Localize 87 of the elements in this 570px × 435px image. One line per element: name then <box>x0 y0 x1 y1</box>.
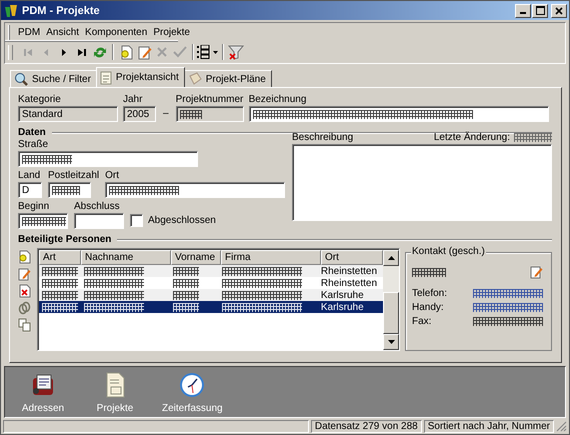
maximize-button[interactable] <box>532 4 548 18</box>
copy-icon[interactable] <box>18 318 31 332</box>
launcher-button[interactable]: Zeiterfassung <box>162 370 223 414</box>
last-change-label: Letzte Änderung: <box>434 132 510 143</box>
column-header[interactable]: Firma <box>221 250 321 265</box>
table-row[interactable]: Rheinstetten <box>39 265 383 277</box>
maximize-icon <box>536 6 544 15</box>
field-label: Beginn <box>18 201 50 212</box>
field-label: Jahr <box>123 94 144 105</box>
field-label: Land <box>18 170 42 181</box>
text-field[interactable]: D <box>18 182 42 198</box>
column-header[interactable]: Art <box>39 250 81 265</box>
text-field[interactable]: Standard <box>18 106 118 122</box>
status-text: Datensatz 279 von 288 <box>310 420 422 432</box>
tab[interactable]: Projekt-Pläne <box>184 70 272 87</box>
group-title: Kontakt (gesch.) <box>411 246 486 257</box>
column-header[interactable]: Ort <box>321 250 383 265</box>
field-label: Abschluss <box>74 201 121 212</box>
text-field[interactable] <box>74 213 124 229</box>
launcher-button[interactable]: Projekte <box>90 370 140 414</box>
field-label: Beschreibung <box>292 132 354 143</box>
table-cell: Karlsruhe <box>320 290 364 300</box>
app-logo-icon <box>4 4 18 18</box>
separator-dash: – <box>162 108 170 121</box>
field-label: Bezeichnung <box>248 94 308 105</box>
contact-label: Fax: <box>412 316 432 327</box>
text-field[interactable] <box>105 182 286 198</box>
checkbox-label: Abgeschlossen <box>148 215 216 226</box>
refresh-icon[interactable] <box>93 44 107 60</box>
tab[interactable]: Suche / Filter <box>10 70 97 87</box>
contact-label: Telefon: <box>412 288 448 299</box>
add-person-icon[interactable] <box>18 250 31 264</box>
list-dropdown-icon[interactable] <box>197 45 219 59</box>
table-row[interactable]: Rheinstetten <box>39 277 383 289</box>
document-icon <box>100 70 112 84</box>
minimize-icon <box>520 12 526 14</box>
window-title: PDM - Projekte <box>22 4 100 16</box>
table-row[interactable]: Karlsruhe <box>39 289 383 301</box>
launcher-button[interactable]: Adressen <box>18 370 68 414</box>
text-field[interactable] <box>176 106 244 122</box>
close-icon <box>555 6 563 14</box>
description-field[interactable] <box>292 144 552 221</box>
scroll-up-icon[interactable] <box>388 256 394 260</box>
field-label: Postleitzahl <box>48 170 100 181</box>
remove-filter-icon[interactable] <box>228 44 244 60</box>
table-cell: Rheinstetten <box>320 266 378 276</box>
text-field[interactable] <box>18 151 198 167</box>
menu-item[interactable]: Komponenten <box>83 26 152 38</box>
last-record-icon[interactable] <box>77 48 87 56</box>
menu-item[interactable]: Ansicht <box>44 26 84 38</box>
menu-item[interactable]: PDM <box>16 26 44 38</box>
section-heading: Beteiligte Personen <box>18 234 112 245</box>
address-book-icon <box>30 372 56 398</box>
scroll-down-icon[interactable] <box>388 340 394 344</box>
close-button[interactable] <box>551 4 567 18</box>
minimize-button[interactable] <box>515 4 531 18</box>
field-label: Ort <box>105 170 120 181</box>
edit-document-icon[interactable] <box>136 44 152 60</box>
checkbox[interactable] <box>130 214 143 227</box>
field-label: Kategorie <box>18 94 62 105</box>
delete-icon[interactable] <box>18 284 31 298</box>
new-document-icon[interactable] <box>118 44 134 60</box>
field-label: Straße <box>18 139 50 150</box>
table-cell: Rheinstetten <box>320 278 378 288</box>
contact-label: Handy: <box>412 302 444 313</box>
document-icon <box>104 372 126 398</box>
table-row[interactable]: Karlsruhe <box>39 301 383 313</box>
text-field[interactable]: 2005 <box>123 106 156 122</box>
tab[interactable]: Projektansicht <box>96 67 185 87</box>
rolled-paper-icon <box>188 72 202 86</box>
edit-icon[interactable] <box>530 265 543 279</box>
table-cell: Karlsruhe <box>320 302 364 312</box>
section-heading: Daten <box>18 127 46 138</box>
scrollbar[interactable] <box>383 250 399 350</box>
menu-item[interactable]: Projekte <box>151 26 194 38</box>
edit-icon[interactable] <box>18 267 31 281</box>
text-field[interactable] <box>18 213 68 229</box>
resize-grip-icon[interactable] <box>556 420 567 432</box>
link-icon[interactable] <box>18 301 31 315</box>
text-field[interactable] <box>248 106 549 122</box>
clock-icon <box>179 372 206 398</box>
text-field[interactable] <box>48 182 91 198</box>
column-header[interactable]: Nachname <box>81 250 171 265</box>
column-header[interactable]: Vorname <box>171 250 221 265</box>
field-label: Projektnummer <box>176 94 244 105</box>
status-text: Sortiert nach Jahr, Nummer <box>424 420 554 432</box>
magnifier-icon <box>14 72 28 86</box>
